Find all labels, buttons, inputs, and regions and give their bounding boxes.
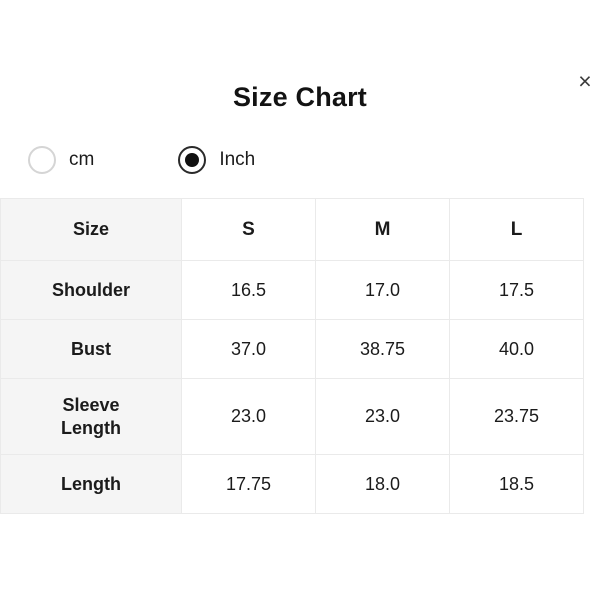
- table-row: Length 17.75 18.0 18.5: [0, 454, 584, 514]
- row-label-line2: Length: [61, 417, 121, 438]
- table-header-m: M: [315, 198, 450, 261]
- table-row: Bust 37.0 38.75 40.0: [0, 319, 584, 379]
- cell-length-s: 17.75: [181, 454, 316, 514]
- row-label-bust: Bust: [0, 319, 182, 379]
- table-header-row: Size S M L: [0, 198, 584, 261]
- unit-option-cm[interactable]: cm: [28, 146, 94, 174]
- size-chart-dialog: × Size Chart cm Inch Size S M L Shoulder…: [0, 0, 600, 600]
- cell-sleeve-length-l: 23.75: [449, 378, 584, 455]
- row-label-line1: Sleeve: [62, 395, 120, 415]
- cell-bust-s: 37.0: [181, 319, 316, 379]
- row-label-sleeve-length: Sleeve Length: [0, 378, 182, 455]
- cell-bust-l: 40.0: [449, 319, 584, 379]
- unit-option-inch-label: Inch: [219, 149, 256, 170]
- row-label-length: Length: [0, 454, 182, 514]
- cell-sleeve-length-s: 23.0: [181, 378, 316, 455]
- cell-shoulder-l: 17.5: [449, 260, 584, 320]
- size-table: Size S M L Shoulder 16.5 17.0 17.5 Bust …: [0, 198, 584, 514]
- table-header-s: S: [181, 198, 316, 261]
- cell-sleeve-length-m: 23.0: [315, 378, 450, 455]
- table-header-l: L: [449, 198, 584, 261]
- radio-selected-icon[interactable]: [178, 146, 207, 174]
- radio-unselected-icon[interactable]: [28, 146, 56, 174]
- cell-length-l: 18.5: [449, 454, 584, 514]
- table-row: Shoulder 16.5 17.0 17.5: [0, 260, 584, 320]
- table-row: Sleeve Length 23.0 23.0 23.75: [0, 378, 584, 455]
- unit-option-inch[interactable]: Inch: [178, 146, 255, 174]
- cell-shoulder-s: 16.5: [181, 260, 316, 320]
- unit-option-cm-label: cm: [69, 149, 95, 170]
- table-header-size: Size: [0, 198, 182, 261]
- cell-length-m: 18.0: [315, 454, 450, 514]
- cell-bust-m: 38.75: [315, 319, 450, 379]
- cell-shoulder-m: 17.0: [315, 260, 450, 320]
- radio-dot-icon: [185, 153, 200, 167]
- row-label-shoulder: Shoulder: [0, 260, 182, 320]
- unit-selector: cm Inch: [28, 141, 255, 179]
- page-title: Size Chart: [232, 82, 368, 112]
